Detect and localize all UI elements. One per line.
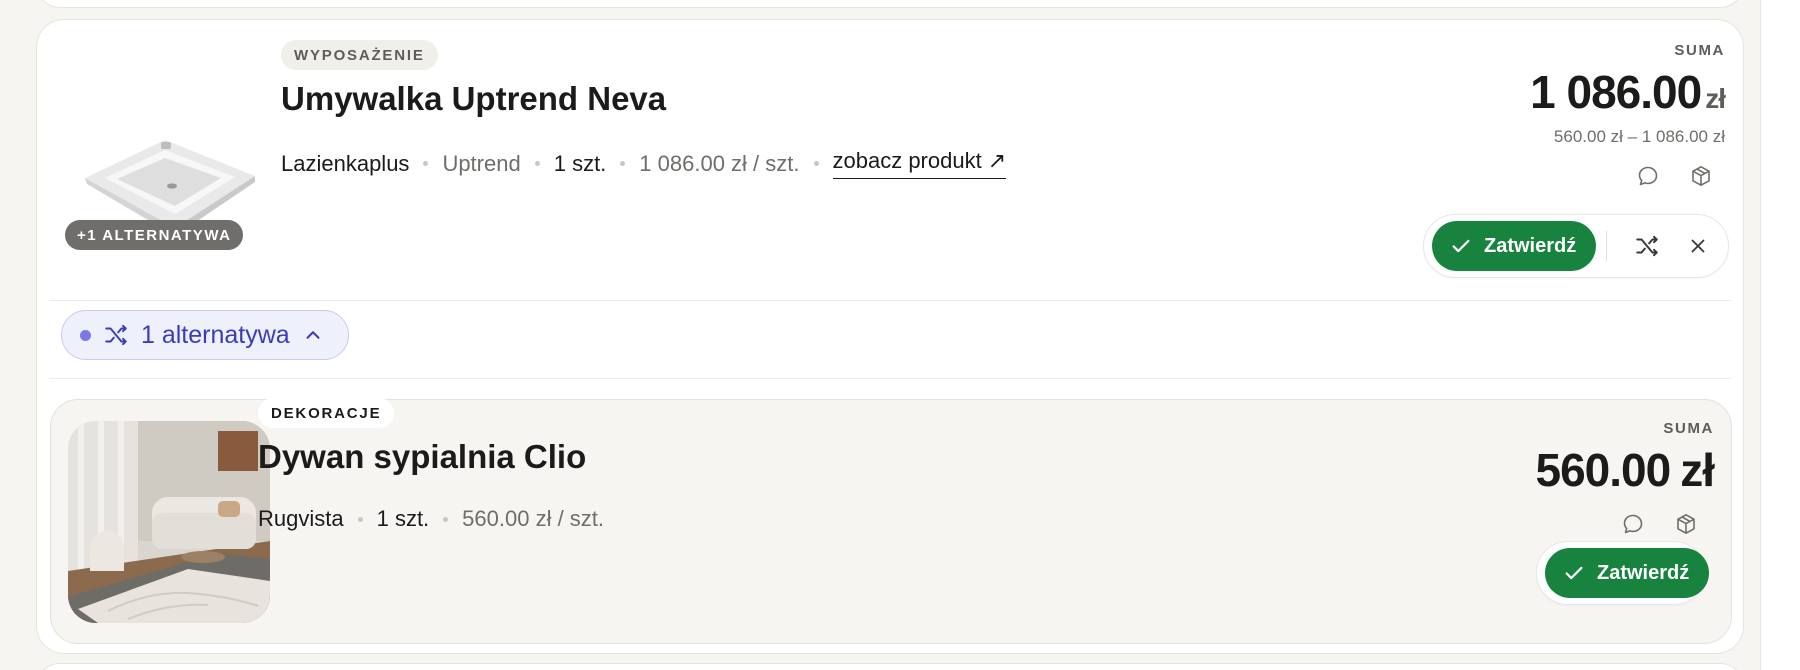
primary-product-row: +1 ALTERNATYWA WYPOSAŻENIE Umywalka Uptr… [37,20,1743,300]
confirm-button[interactable]: Zatwierdź [1545,548,1710,598]
meta-separator [534,161,540,166]
brand-name: Uptrend [442,150,521,176]
comment-icon[interactable] [1632,160,1664,192]
product-title: Dywan sypialnia Clio [258,438,587,475]
package-icon[interactable] [1685,160,1717,192]
right-rail [1760,0,1800,670]
view-product-link[interactable]: zobacz produkt ↗ [832,148,1007,179]
product-image-rug[interactable] [68,421,270,623]
sum-value: 1 086.00 [1530,66,1702,118]
sum-amount: 560.00 zł [1535,443,1715,497]
quantity: 1 szt. [376,506,430,531]
next-card-edge [36,663,1744,670]
meta-separator [357,516,363,522]
comment-icon[interactable] [1617,508,1649,540]
unit-price: 560.00 zł / szt. [462,506,605,531]
alternative-action-bar: Zatwierdź [1536,541,1710,605]
meta-separator [423,161,429,166]
check-icon [1452,239,1470,253]
package-icon[interactable] [1670,508,1702,540]
alternatives-toggle-label: 1 alternatywa [141,320,290,349]
price-range: 560.00 zł – 1 086.00 zł [1553,127,1725,146]
sum-label: SUMA [1663,420,1714,437]
category-badge: WYPOSAŻENIE [281,40,438,70]
product-meta: Lazienkaplus Uptrend 1 szt. 1 086.00 zł … [281,148,1007,179]
sum-currency: zł [1680,444,1715,496]
sum-amount: 1 086.00 zł [1530,65,1726,119]
shuffle-icon [105,324,127,346]
status-dot [80,329,91,341]
check-icon [1565,566,1583,580]
close-icon[interactable] [1677,224,1720,268]
sum-currency: zł [1705,83,1726,114]
divider [49,300,1731,301]
category-badge: DEKORACJE [258,398,395,428]
sum-block: SUMA 1 086.00 zł 560.00 zł – 1 086.00 zł [1530,42,1726,147]
unit-price: 1 086.00 zł / szt. [639,150,800,176]
quantity: 1 szt. [553,150,607,176]
product-title: Umywalka Uptrend Neva [281,80,667,117]
confirm-button[interactable]: Zatwierdź [1432,221,1597,271]
store-name: Rugvista [258,506,344,531]
alternatives-count-chip[interactable]: +1 ALTERNATYWA [65,220,244,250]
sum-value: 560.00 [1535,444,1672,496]
meta-separator [620,161,626,166]
sum-label: SUMA [1674,42,1725,59]
sum-block: SUMA 560.00 zł [1535,420,1715,497]
confirm-label: Zatwierdź [1597,561,1690,584]
confirm-label: Zatwierdź [1484,234,1577,257]
previous-card-edge [36,0,1744,8]
order-item-card: +1 ALTERNATYWA WYPOSAŻENIE Umywalka Uptr… [36,19,1744,654]
product-image-sink[interactable] [65,78,265,238]
divider [49,378,1731,379]
chevron-up-icon [306,331,320,339]
shuffle-icon[interactable] [1625,224,1668,268]
product-meta: Rugvista 1 szt. 560.00 zł / szt. [258,506,604,532]
primary-action-bar: Zatwierdź [1423,214,1729,278]
pill-divider [1606,231,1608,261]
meta-separator [813,161,819,166]
meta-separator [443,516,449,522]
store-name: Lazienkaplus [281,150,410,176]
alternatives-toggle[interactable]: 1 alternatywa [61,310,349,360]
